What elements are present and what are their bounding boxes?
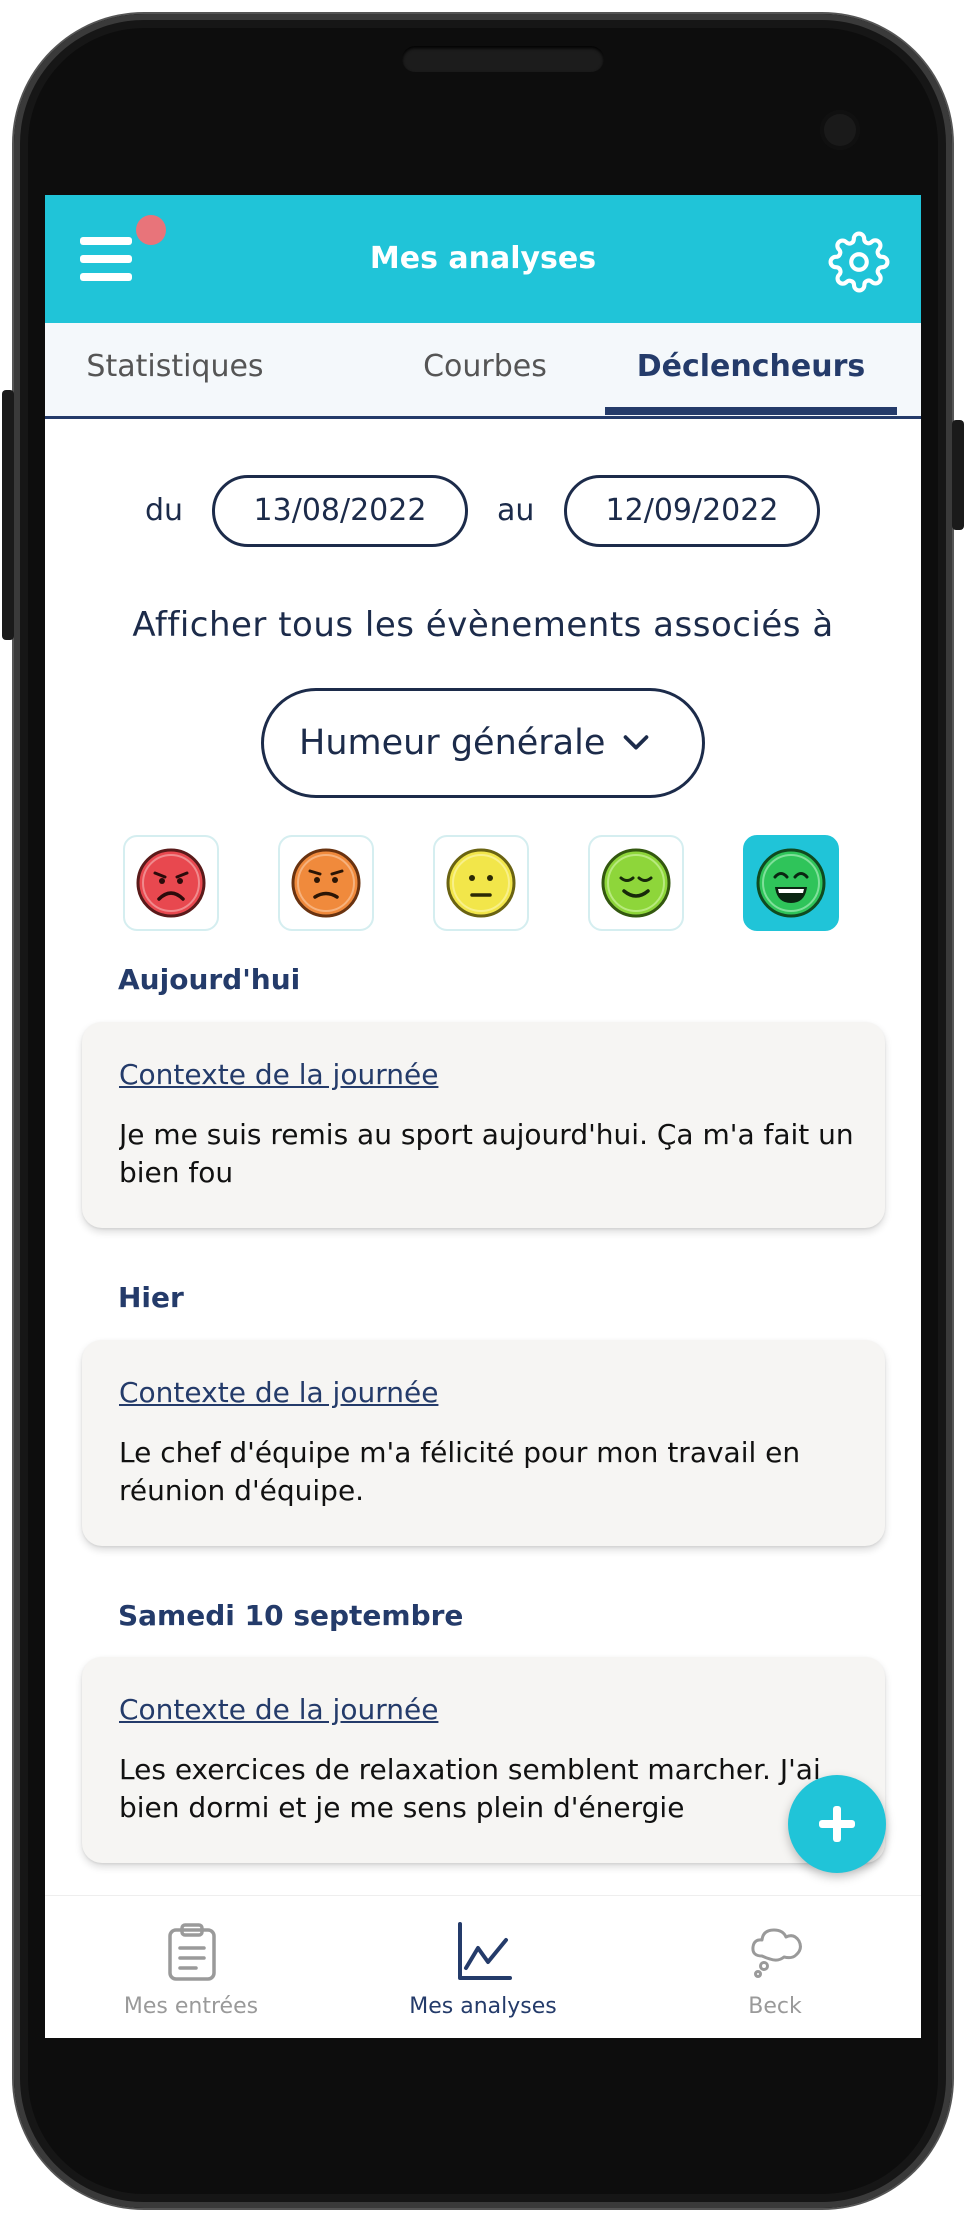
nav-beck[interactable]: Beck <box>629 1896 921 2038</box>
to-date-picker[interactable]: 12/09/2022 <box>564 475 820 547</box>
from-label: du <box>145 493 184 528</box>
tab-bar: Statistiques Courbes Déclencheurs <box>45 323 921 419</box>
nav-label: Mes entrées <box>123 1994 259 2019</box>
day-context-link[interactable]: Contexte de la journée <box>119 1058 438 1091</box>
nav-mes-analyses[interactable]: Mes analyses <box>337 1896 629 2038</box>
tab-courbes[interactable]: Courbes <box>345 323 625 416</box>
top-app-bar: Mes analyses <box>45 195 921 323</box>
bottom-navigation: Mes entrées Mes analyses Beck <box>45 1895 921 2038</box>
events-subtitle: Afficher tous les évènements associés à <box>132 605 834 645</box>
power-button <box>952 420 964 530</box>
day-heading: Hier <box>118 1281 184 1314</box>
phone-speaker <box>402 46 604 72</box>
clipboard-icon <box>168 1923 216 1981</box>
mood-very-sad-button[interactable] <box>123 835 219 931</box>
day-heading: Samedi 10 septembre <box>118 1599 464 1632</box>
event-text: Les exercices de relaxation semblent mar… <box>119 1753 821 1824</box>
sad-face-icon <box>291 848 361 918</box>
phone-camera <box>820 110 860 150</box>
nav-label: Beck <box>748 1994 802 2019</box>
tab-declencheurs[interactable]: Déclencheurs <box>605 323 897 416</box>
gear-icon[interactable] <box>828 231 890 293</box>
very-happy-face-icon <box>756 848 826 918</box>
volume-button <box>2 390 14 640</box>
event-card: Contexte de la journée Les exercices de … <box>82 1657 885 1863</box>
page-title: Mes analyses <box>369 241 597 276</box>
event-text: Je me suis remis au sport aujourd'hui. Ç… <box>119 1118 854 1189</box>
event-card: Contexte de la journée Je me suis remis … <box>82 1022 885 1228</box>
mood-neutral-button[interactable] <box>433 835 529 931</box>
content-face-icon <box>601 848 671 918</box>
event-card: Contexte de la journée Le chef d'équipe … <box>82 1340 885 1546</box>
nav-mes-entrees[interactable]: Mes entrées <box>45 1896 337 2038</box>
neutral-face-icon <box>446 848 516 918</box>
day-context-link[interactable]: Contexte de la journée <box>119 1376 438 1409</box>
very-sad-face-icon <box>136 848 206 918</box>
mood-sad-button[interactable] <box>278 835 374 931</box>
nav-label: Mes analyses <box>409 1994 557 2019</box>
chart-icon <box>458 1922 512 1980</box>
app-screen: Mes analyses Statistiques Courbes Déclen… <box>45 195 921 2038</box>
category-dropdown-value: Humeur générale <box>299 723 606 763</box>
day-context-link[interactable]: Contexte de la journée <box>119 1693 438 1726</box>
category-dropdown[interactable]: Humeur générale <box>261 688 705 798</box>
mood-very-happy-button[interactable] <box>743 835 839 931</box>
mood-content-button[interactable] <box>588 835 684 931</box>
from-date-picker[interactable]: 13/08/2022 <box>212 475 468 547</box>
day-heading: Aujourd'hui <box>118 963 301 996</box>
thought-cloud-icon <box>751 1928 802 1978</box>
add-entry-button[interactable] <box>788 1775 886 1873</box>
tab-statistiques[interactable]: Statistiques <box>45 323 305 416</box>
chevron-down-icon <box>623 735 649 750</box>
event-text: Le chef d'équipe m'a félicité pour mon t… <box>119 1436 801 1507</box>
to-label: au <box>497 493 535 528</box>
active-tab-indicator <box>605 407 897 415</box>
date-range: du 13/08/2022 au 12/09/2022 <box>45 475 921 547</box>
